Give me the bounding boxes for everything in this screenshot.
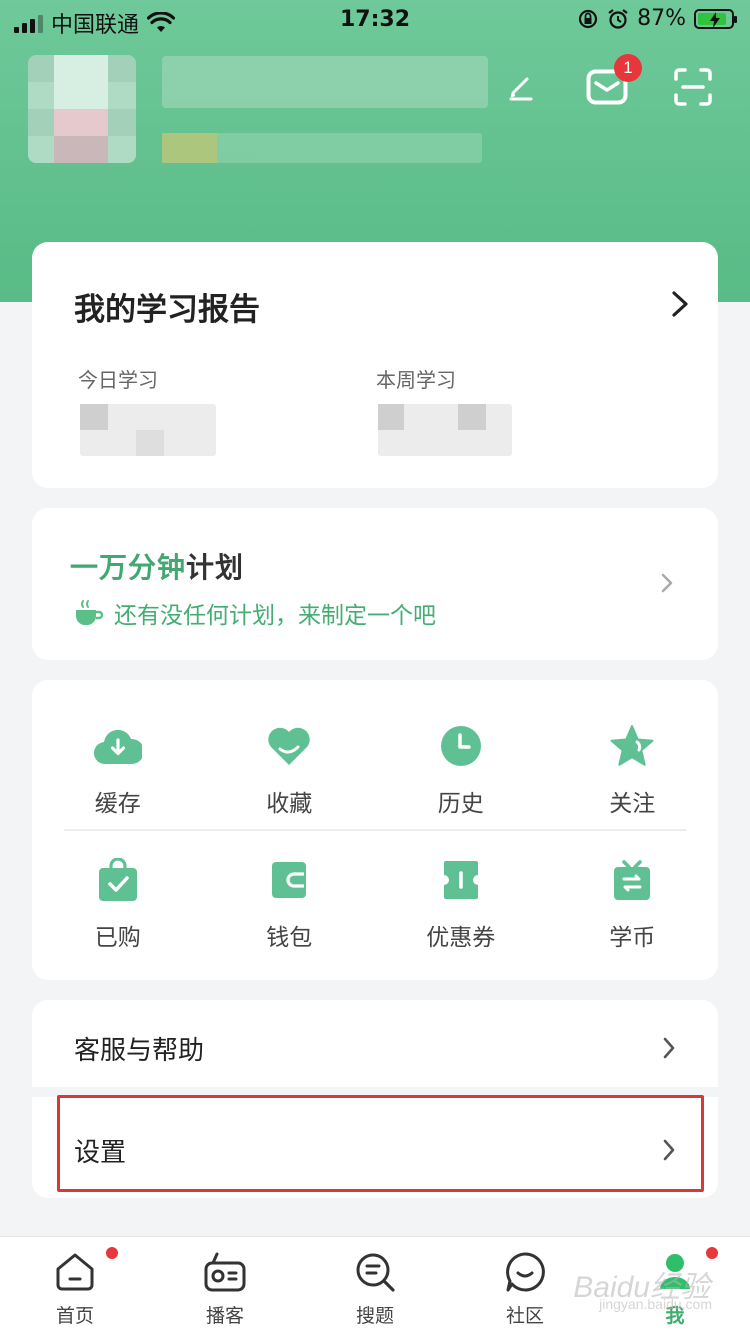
coupon-icon [443, 861, 478, 899]
clock-icon [440, 726, 481, 766]
chevron-right-icon [663, 1037, 675, 1059]
menu-divider [32, 1087, 718, 1097]
watermark-url: jingyan.baidu.com [599, 1296, 712, 1312]
messages-button[interactable]: 1 [584, 54, 642, 110]
scan-icon [674, 68, 712, 106]
search-question-icon [356, 1253, 395, 1292]
tab-label: 搜题 [355, 1305, 394, 1327]
alarm-icon [608, 8, 628, 29]
heart-icon [268, 727, 310, 765]
grid-label: 钱包 [266, 925, 313, 951]
message-badge: 1 [614, 54, 642, 82]
home-icon [56, 1253, 94, 1291]
notification-dot [706, 1247, 718, 1259]
rotation-lock-icon [578, 9, 598, 28]
avatar[interactable] [28, 55, 136, 163]
plan-subtitle: 还有没任何计划，来制定一个吧 [74, 596, 436, 630]
radio-icon [204, 1252, 246, 1292]
today-study-value-blurred [80, 404, 216, 456]
tab-podcast[interactable]: 播客 [150, 1237, 300, 1334]
edit-button[interactable] [498, 64, 544, 110]
scan-button[interactable] [670, 64, 716, 110]
tab-home[interactable]: 首页 [0, 1237, 150, 1334]
username-blurred [162, 56, 488, 108]
user-info-blurred [162, 133, 482, 163]
grid-divider [64, 829, 686, 831]
plan-title-highlight: 一万分钟 [70, 551, 187, 584]
plan-subtitle-text: 还有没任何计划，来制定一个吧 [114, 603, 436, 629]
tab-search-question[interactable]: 搜题 [300, 1237, 450, 1334]
coin-box-icon [614, 860, 651, 900]
grid-label: 优惠券 [426, 925, 496, 951]
help-label: 客服与帮助 [74, 1035, 205, 1066]
help-menu-item[interactable]: 客服与帮助 [32, 1000, 718, 1096]
coupon-button[interactable]: 优惠券 [375, 856, 547, 952]
chevron-right-icon [663, 1139, 675, 1161]
battery-icon [694, 8, 737, 29]
week-study-label: 本周学习 [376, 368, 456, 392]
chevron-right-icon [672, 291, 688, 317]
settings-menu-item[interactable]: 设置 [32, 1102, 718, 1198]
today-study-label: 今日学习 [78, 368, 158, 392]
chat-smile-icon [506, 1252, 545, 1292]
report-title: 我的学习报告 [74, 292, 260, 328]
cloud-download-icon [93, 729, 142, 765]
grid-label: 学币 [609, 925, 656, 951]
study-plan-card[interactable]: 一万分钟计划 还有没任何计划，来制定一个吧 [32, 508, 718, 660]
week-study-value-blurred [378, 404, 512, 456]
battery-percent: 87% [637, 6, 686, 31]
coins-button[interactable]: 学币 [547, 856, 719, 952]
grid-label: 收藏 [266, 791, 313, 817]
wallet-icon [272, 862, 307, 898]
pen-icon [509, 77, 533, 101]
tea-cup-icon [76, 600, 104, 625]
grid-label: 已购 [94, 925, 141, 951]
plan-title: 一万分钟计划 [70, 546, 244, 586]
cache-button[interactable]: 缓存 [32, 722, 204, 818]
chevron-right-icon [661, 573, 673, 593]
purchased-button[interactable]: 已购 [32, 856, 204, 952]
star-icon [610, 725, 654, 766]
tab-label: 社区 [505, 1305, 544, 1327]
grid-label: 关注 [609, 791, 656, 817]
quick-functions-card: 缓存 收藏 历史 关注 已购 钱包 优惠券 学币 [32, 680, 718, 980]
notification-dot [106, 1247, 118, 1259]
tab-label: 播客 [205, 1305, 244, 1327]
favorites-button[interactable]: 收藏 [204, 722, 376, 818]
grid-label: 缓存 [94, 791, 141, 817]
wallet-button[interactable]: 钱包 [204, 856, 376, 952]
study-report-card[interactable]: 我的学习报告 今日学习 本周学习 [32, 242, 718, 488]
grid-label: 历史 [437, 791, 484, 817]
settings-label: 设置 [74, 1137, 127, 1168]
tab-label: 首页 [55, 1305, 94, 1327]
shopping-bag-check-icon [98, 858, 137, 901]
history-button[interactable]: 历史 [375, 722, 547, 818]
plan-title-rest: 计划 [186, 551, 245, 584]
follow-button[interactable]: 关注 [547, 722, 719, 818]
status-bar: 中国联通 17:32 87% [0, 0, 750, 40]
settings-menu-card: 客服与帮助 设置 [32, 1000, 718, 1198]
